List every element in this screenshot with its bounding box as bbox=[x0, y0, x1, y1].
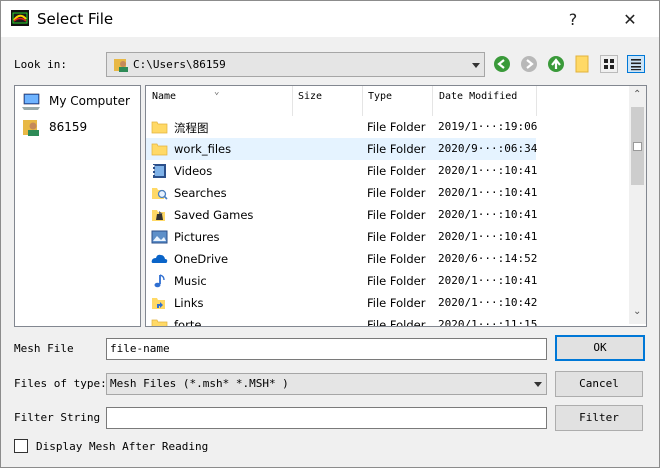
display-mesh-checkbox[interactable] bbox=[14, 439, 28, 453]
file-date: 2020/1···:10:41 bbox=[438, 274, 538, 287]
searches-folder-icon bbox=[151, 185, 168, 201]
cancel-button[interactable]: Cancel bbox=[555, 371, 643, 397]
place-my-computer[interactable]: My Computer bbox=[21, 91, 139, 111]
file-type: File Folder bbox=[367, 318, 426, 327]
user-icon bbox=[23, 120, 39, 136]
user-folder-icon bbox=[114, 59, 128, 72]
close-button[interactable]: ✕ bbox=[616, 7, 644, 33]
column-header-name[interactable]: Name ⌄ bbox=[146, 86, 293, 116]
file-type: File Folder bbox=[367, 230, 426, 244]
file-name: 流程图 bbox=[174, 121, 209, 135]
scroll-down-icon[interactable]: ⌄ bbox=[633, 306, 641, 317]
list-view-icon[interactable] bbox=[600, 55, 618, 73]
file-type: File Folder bbox=[367, 296, 426, 310]
file-name: OneDrive bbox=[174, 252, 229, 266]
file-row[interactable]: Links File Folder 2020/1···:10:42 bbox=[146, 292, 538, 314]
up-folder-icon[interactable] bbox=[547, 55, 565, 73]
vertical-scrollbar[interactable]: ⌃ ⌄ bbox=[629, 86, 646, 324]
onedrive-icon bbox=[151, 251, 168, 267]
links-folder-icon bbox=[151, 295, 168, 311]
folder-icon bbox=[151, 119, 168, 135]
mesh-file-value: file-name bbox=[110, 342, 170, 355]
file-name: Searches bbox=[174, 186, 227, 200]
place-user[interactable]: 86159 bbox=[21, 117, 139, 137]
file-type: File Folder bbox=[367, 208, 426, 222]
file-type: File Folder bbox=[367, 186, 426, 200]
file-row[interactable]: forte File Folder 2020/1···:11:15 bbox=[146, 314, 538, 327]
file-row[interactable]: 流程图 File Folder 2019/1···:19:06 bbox=[146, 116, 538, 138]
place-label: My Computer bbox=[49, 94, 130, 108]
file-list-panel: Name ⌄ Size Type Date Modified 流程图 File F… bbox=[145, 85, 647, 327]
file-row[interactable]: Music File Folder 2020/1···:10:41 bbox=[146, 270, 538, 292]
file-date: 2020/1···:10:41 bbox=[438, 208, 538, 221]
help-button[interactable]: ? bbox=[559, 7, 587, 33]
folder-icon bbox=[151, 141, 168, 157]
file-name: Pictures bbox=[174, 230, 220, 244]
mesh-file-input[interactable]: file-name bbox=[106, 338, 547, 360]
window-title: Select File bbox=[37, 10, 114, 28]
look-in-value: C:\Users\86159 bbox=[133, 58, 226, 71]
chevron-down-icon bbox=[534, 382, 542, 387]
files-of-type-label: Files of type: bbox=[14, 377, 107, 390]
file-row[interactable]: Pictures File Folder 2020/1···:10:41 bbox=[146, 226, 538, 248]
file-date: 2020/1···:10:41 bbox=[438, 230, 538, 243]
place-label: 86159 bbox=[49, 120, 88, 134]
filter-button[interactable]: Filter bbox=[555, 405, 643, 431]
file-type: File Folder bbox=[367, 164, 426, 178]
mesh-file-label: Mesh File bbox=[14, 342, 74, 355]
files-of-type-combo[interactable]: Mesh Files (*.msh* *.MSH* ) bbox=[106, 373, 547, 395]
file-date: 2020/9···:06:34 bbox=[438, 142, 538, 155]
select-file-dialog: Select File ? ✕ Look in: C:\Users\86159 bbox=[0, 0, 660, 468]
look-in-label: Look in: bbox=[14, 58, 67, 71]
back-icon[interactable] bbox=[493, 55, 511, 73]
folder-icon bbox=[151, 317, 168, 326]
music-folder-icon bbox=[151, 273, 168, 289]
file-date: 2019/1···:19:06 bbox=[438, 120, 538, 133]
filter-string-input[interactable] bbox=[106, 407, 547, 429]
file-row[interactable]: Saved Games File Folder 2020/1···:10:41 bbox=[146, 204, 538, 226]
look-in-combo[interactable]: C:\Users\86159 bbox=[106, 52, 485, 77]
file-date: 2020/1···:10:42 bbox=[438, 296, 538, 309]
app-icon bbox=[11, 10, 29, 26]
file-name: work_files bbox=[174, 142, 232, 156]
chevron-down-icon bbox=[472, 62, 480, 68]
computer-icon bbox=[22, 93, 40, 110]
places-panel: My Computer 86159 bbox=[14, 85, 141, 327]
file-type: File Folder bbox=[367, 120, 426, 134]
column-header-date[interactable]: Date Modified bbox=[433, 86, 537, 116]
pictures-folder-icon bbox=[151, 229, 168, 245]
file-type: File Folder bbox=[367, 142, 426, 156]
file-date: 2020/1···:10:41 bbox=[438, 164, 538, 177]
file-type: File Folder bbox=[367, 274, 426, 288]
scroll-grip bbox=[633, 142, 642, 151]
filter-string-label: Filter String bbox=[14, 411, 101, 424]
column-header-size[interactable]: Size bbox=[292, 86, 363, 116]
scroll-up-icon[interactable]: ⌃ bbox=[633, 89, 641, 100]
column-header-type[interactable]: Type bbox=[362, 86, 433, 116]
file-row[interactable]: Videos File Folder 2020/1···:10:41 bbox=[146, 160, 538, 182]
file-type: File Folder bbox=[367, 252, 426, 266]
forward-icon[interactable] bbox=[520, 55, 538, 73]
file-row[interactable]: Searches File Folder 2020/1···:10:41 bbox=[146, 182, 538, 204]
display-mesh-label: Display Mesh After Reading bbox=[36, 440, 209, 453]
files-of-type-value: Mesh Files (*.msh* *.MSH* ) bbox=[110, 377, 289, 390]
file-name: Saved Games bbox=[174, 208, 254, 222]
details-view-icon[interactable] bbox=[627, 55, 645, 73]
file-rows: 流程图 File Folder 2019/1···:19:06 work_files F… bbox=[146, 116, 626, 326]
file-row[interactable]: OneDrive File Folder 2020/6···:14:52 bbox=[146, 248, 538, 270]
file-name: forte bbox=[174, 318, 202, 327]
ok-button[interactable]: OK bbox=[555, 335, 645, 361]
saved-games-folder-icon bbox=[151, 207, 168, 223]
file-row[interactable]: work_files File Folder 2020/9···:06:34 bbox=[146, 138, 538, 160]
sort-indicator-icon: ⌄ bbox=[214, 87, 220, 97]
file-name: Videos bbox=[174, 164, 213, 178]
videos-folder-icon bbox=[151, 163, 168, 179]
file-date: 2020/1···:11:15 bbox=[438, 318, 538, 327]
new-folder-icon[interactable] bbox=[575, 55, 589, 73]
file-name: Music bbox=[174, 274, 207, 288]
title-bar: Select File ? ✕ bbox=[1, 1, 659, 37]
file-date: 2020/1···:10:41 bbox=[438, 186, 538, 199]
file-name: Links bbox=[174, 296, 204, 310]
file-date: 2020/6···:14:52 bbox=[438, 252, 538, 265]
